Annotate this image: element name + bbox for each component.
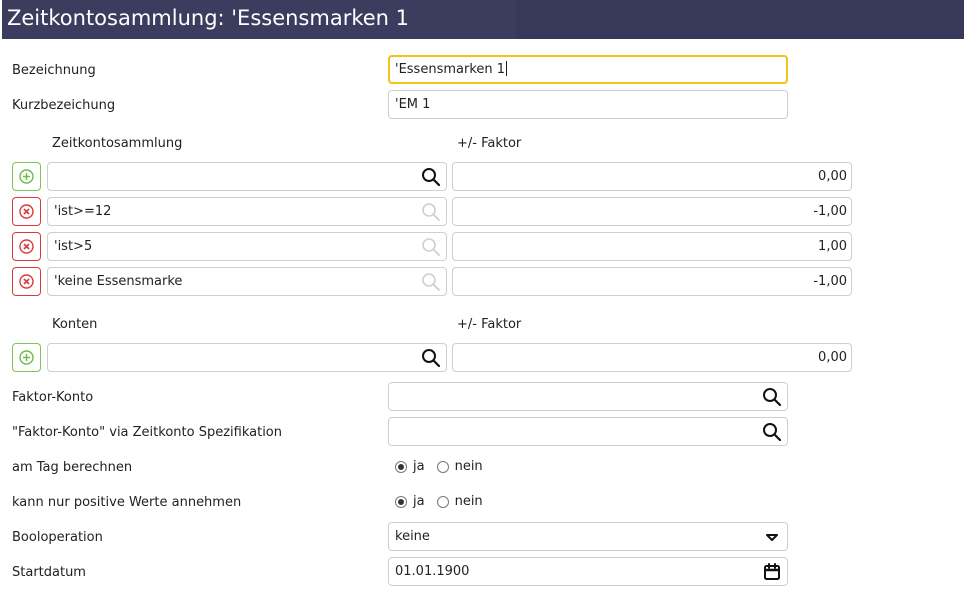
search-icon[interactable] bbox=[762, 387, 782, 407]
am-tag-radio-ja[interactable] bbox=[395, 460, 407, 473]
x-circle-icon bbox=[19, 204, 34, 219]
calendar-icon[interactable] bbox=[762, 562, 782, 582]
booloperation-label: Booloperation bbox=[12, 530, 103, 545]
startdatum-value: 01.01.1900 bbox=[395, 564, 470, 579]
am-tag-radio-nein[interactable] bbox=[436, 460, 449, 473]
sammlung-factor-header: +/- Faktor bbox=[457, 136, 522, 151]
kurzbezeichnung-value: 'EM 1 bbox=[395, 97, 431, 112]
sammlung-item-input[interactable]: 'ist>=12 bbox=[47, 197, 447, 226]
bezeichnung-input[interactable]: 'Essensmarken 1 bbox=[388, 55, 788, 84]
add-konto-button[interactable] bbox=[12, 343, 41, 372]
title-bar: Zeitkontosammlung: 'Essensmarken 1 bbox=[2, 0, 964, 39]
konten-factor-header: +/- Faktor bbox=[457, 317, 522, 332]
title-bar-shade bbox=[516, 0, 964, 39]
sammlung-item-factor: -1,00 bbox=[813, 274, 847, 289]
plus-circle-icon bbox=[19, 169, 34, 184]
konten-column-header: Konten bbox=[52, 317, 98, 332]
search-icon bbox=[422, 238, 440, 256]
sammlung-search-input[interactable] bbox=[47, 162, 447, 191]
remove-sammlung-button[interactable] bbox=[12, 197, 41, 226]
nur-positiv-label: kann nur positive Werte annehmen bbox=[12, 495, 242, 510]
add-sammlung-button[interactable] bbox=[12, 162, 41, 191]
kurzbezeichnung-label: Kurzbezeichung bbox=[12, 98, 116, 113]
faktor-konto-input[interactable] bbox=[388, 382, 788, 411]
nur-positiv-radio-nein[interactable] bbox=[436, 495, 449, 508]
text-cursor bbox=[506, 61, 508, 76]
am-tag-label: am Tag berechnen bbox=[12, 460, 133, 475]
sammlung-factor-input[interactable]: -1,00 bbox=[452, 197, 852, 226]
sammlung-item-factor: 1,00 bbox=[818, 239, 847, 254]
sammlung-factor-input[interactable]: -1,00 bbox=[452, 267, 852, 296]
kurzbezeichnung-input[interactable]: 'EM 1 bbox=[388, 90, 788, 119]
search-icon bbox=[422, 203, 440, 221]
sammlung-item-factor: -1,00 bbox=[813, 204, 847, 219]
sammlung-factor-input[interactable]: 1,00 bbox=[452, 232, 852, 261]
sammlung-item-input[interactable]: 'keine Essensmarke bbox=[47, 267, 447, 296]
search-icon bbox=[422, 273, 440, 291]
konten-search-input[interactable] bbox=[47, 343, 447, 372]
booloperation-select[interactable]: keine bbox=[388, 522, 788, 551]
am-tag-option-ja: ja bbox=[413, 459, 425, 474]
faktor-konto-label: Faktor-Konto bbox=[12, 390, 94, 405]
caret-down-icon bbox=[766, 534, 778, 541]
search-icon[interactable] bbox=[421, 167, 441, 187]
remove-sammlung-button[interactable] bbox=[12, 232, 41, 261]
bezeichnung-label: Bezeichnung bbox=[12, 63, 96, 78]
sammlung-item-input[interactable]: 'ist>5 bbox=[47, 232, 447, 261]
x-circle-icon bbox=[19, 239, 34, 254]
sammlung-new-factor: 0,00 bbox=[818, 169, 847, 184]
sammlung-item-name: 'ist>5 bbox=[54, 239, 93, 254]
sammlung-column-header: Zeitkontosammlung bbox=[52, 136, 183, 151]
startdatum-label: Startdatum bbox=[12, 565, 86, 580]
am-tag-radio-group: ja nein bbox=[395, 459, 495, 474]
nur-positiv-option-ja: ja bbox=[413, 494, 425, 509]
faktor-konto-spez-label: "Faktor-Konto" via Zeitkonto Spezifikati… bbox=[12, 425, 282, 440]
konten-new-factor: 0,00 bbox=[818, 350, 847, 365]
konten-new-factor-input[interactable]: 0,00 bbox=[452, 343, 852, 372]
window-title: Zeitkontosammlung: 'Essensmarken 1 bbox=[7, 6, 410, 30]
nur-positiv-option-nein: nein bbox=[454, 494, 483, 509]
sammlung-item-name: 'keine Essensmarke bbox=[54, 274, 183, 289]
booloperation-value: keine bbox=[395, 529, 430, 544]
plus-circle-icon bbox=[19, 350, 34, 365]
sammlung-new-factor-input[interactable]: 0,00 bbox=[452, 162, 852, 191]
bezeichnung-value: 'Essensmarken 1 bbox=[395, 62, 506, 77]
sammlung-item-name: 'ist>=12 bbox=[54, 204, 112, 219]
x-circle-icon bbox=[19, 274, 34, 289]
remove-sammlung-button[interactable] bbox=[12, 267, 41, 296]
am-tag-option-nein: nein bbox=[454, 459, 483, 474]
search-icon[interactable] bbox=[421, 348, 441, 368]
nur-positiv-radio-group: ja nein bbox=[395, 494, 495, 509]
nur-positiv-radio-ja[interactable] bbox=[395, 495, 407, 508]
search-icon[interactable] bbox=[762, 422, 782, 442]
startdatum-input[interactable]: 01.01.1900 bbox=[388, 557, 788, 586]
faktor-konto-spez-input[interactable] bbox=[388, 417, 788, 446]
